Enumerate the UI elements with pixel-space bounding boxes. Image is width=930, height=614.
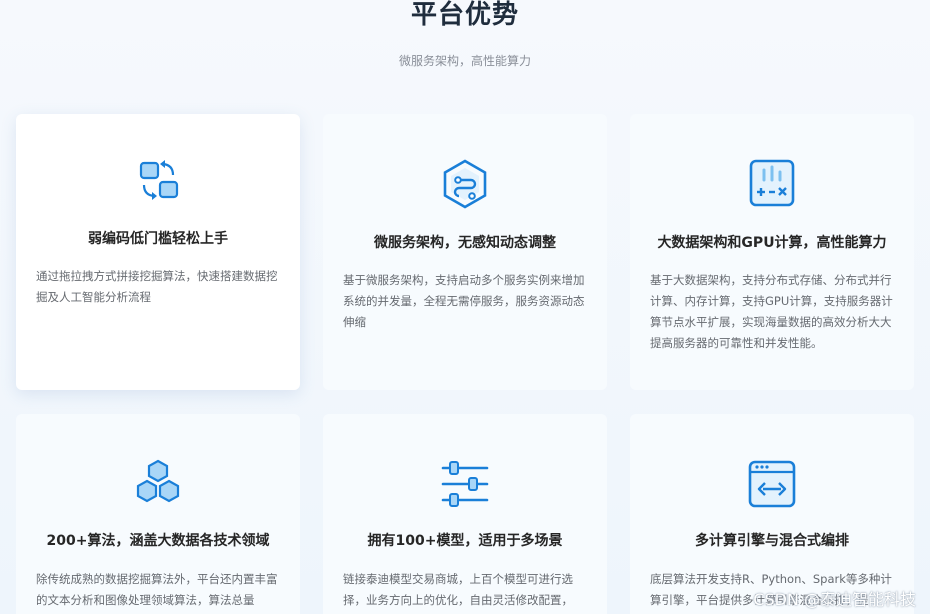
feature-card-algorithms[interactable]: 200+算法，涵盖大数据各技术领域 除传统成熟的数据挖掘算法外，平台还内置丰富的… — [16, 414, 300, 614]
feature-card-big-data-gpu[interactable]: 大数据架构和GPU计算，高性能算力 基于大数据架构，支持分布式存储、分布式并行计… — [630, 114, 914, 390]
card-description: 除传统成熟的数据挖掘算法外，平台还内置丰富的文本分析和图像处理领域算法，算法总量 — [36, 572, 278, 607]
sliders-icon — [439, 458, 491, 510]
swap-arrows-icon — [132, 154, 184, 206]
hexagon-flow-icon — [439, 158, 491, 210]
page-subtitle: 微服务架构，高性能算力 — [398, 54, 531, 68]
csdn-watermark: CSDN @泰迪智能科技 — [753, 590, 916, 609]
card-description: 基于大数据架构，支持分布式存储、分布式并行计算、内存计算，支持GPU计算，支持服… — [650, 273, 893, 350]
calculator-chart-icon — [746, 158, 798, 210]
card-title: 微服务架构，无感知动态调整 — [374, 235, 556, 251]
card-title: 拥有100+模型，适用于多场景 — [367, 533, 563, 549]
platform-advantages-section: 平台优势 微服务架构，高性能算力 弱编码低门槛轻松上手 通过拖拉拽方式拼接挖掘算… — [0, 0, 930, 614]
card-title: 多计算引擎与混合式编排 — [695, 533, 849, 549]
cubes-icon — [132, 458, 184, 510]
feature-card-microservice[interactable]: 微服务架构，无感知动态调整 基于微服务架构，支持启动多个服务实例来增加系统的并发… — [323, 114, 607, 390]
card-title: 大数据架构和GPU计算，高性能算力 — [657, 235, 887, 251]
feature-card-models[interactable]: 拥有100+模型，适用于多场景 链接泰迪模型交易商城，上百个模型可进行选择，业务… — [323, 414, 607, 614]
card-description: 基于微服务架构，支持启动多个服务实例来增加系统的并发量，全程无需停服务，服务资源… — [343, 273, 585, 329]
card-title: 200+算法，涵盖大数据各技术领域 — [46, 533, 270, 549]
card-description: 通过拖拉拽方式拼接挖掘算法，快速搭建数据挖掘及人工智能分析流程 — [36, 269, 278, 304]
page-title: 平台优势 — [410, 0, 519, 30]
feature-card-low-code[interactable]: 弱编码低门槛轻松上手 通过拖拉拽方式拼接挖掘算法，快速搭建数据挖掘及人工智能分析… — [16, 114, 300, 390]
card-description: 链接泰迪模型交易商城，上百个模型可进行选择，业务方向上的优化，自由灵活修改配置， — [343, 572, 573, 607]
card-title: 弱编码低门槛轻松上手 — [88, 231, 228, 247]
feature-card-compute-engines[interactable]: 多计算引擎与混合式编排 底层算法开发支持R、Python、Spark等多种计算引… — [630, 414, 914, 614]
code-window-icon — [746, 458, 798, 510]
